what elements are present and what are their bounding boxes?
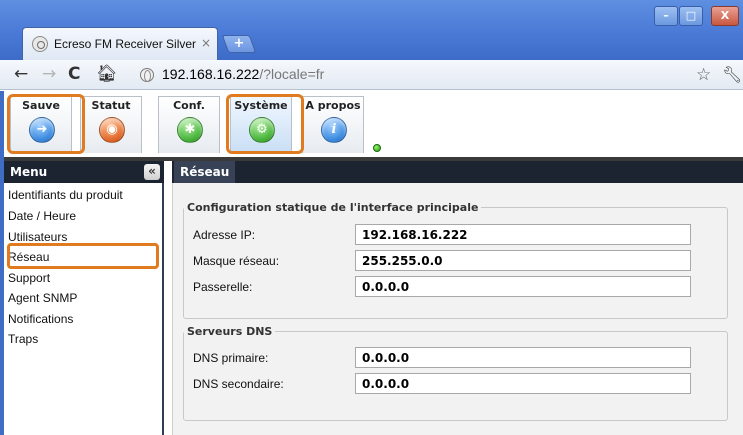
dns-secondary-field[interactable] <box>355 373 691 394</box>
panel-body: Configuration statique de l'interface pr… <box>172 183 743 435</box>
globe-icon <box>32 36 48 52</box>
nav-apropos-button[interactable]: A propos i <box>302 96 364 153</box>
reseau-highlight <box>7 243 159 269</box>
address-bar[interactable]: 192.168.16.222/?locale=fr <box>130 63 690 87</box>
main-panel: Réseau Configuration statique de l'inter… <box>172 161 743 435</box>
browser-toolbar: ← → C 🏠︎ 192.168.16.222/?locale=fr ☆ 🔧︎ <box>0 60 743 90</box>
url-path: /?locale=fr <box>259 66 325 82</box>
dns-secondary-label: DNS secondaire: <box>193 377 284 391</box>
menu-title: Menu <box>10 165 48 179</box>
sauve-highlight <box>7 94 85 154</box>
sidebar-item-date-heure[interactable]: Date / Heure <box>8 209 76 223</box>
back-arrow-icon[interactable]: ← <box>14 64 28 84</box>
tab-close-icon[interactable]: × <box>201 36 211 50</box>
sidebar-item-notifications[interactable]: Notifications <box>8 312 73 326</box>
sidebar-item-traps[interactable]: Traps <box>8 332 38 346</box>
ip-label: Adresse IP: <box>193 228 256 242</box>
ip-address-field[interactable] <box>355 224 691 245</box>
plus-icon: + <box>233 36 245 51</box>
gateway-field[interactable] <box>355 276 691 297</box>
netmask-field[interactable] <box>355 250 691 271</box>
nav-statut-label: Statut <box>91 99 131 112</box>
nav-conf-label: Conf. <box>173 99 205 112</box>
close-window-button[interactable]: X <box>711 6 739 26</box>
forward-arrow-icon[interactable]: → <box>42 64 56 84</box>
home-icon[interactable]: 🏠︎ <box>96 64 118 84</box>
url-host: 192.168.16.222 <box>162 66 260 82</box>
dns-primary-field[interactable] <box>355 347 691 368</box>
tab-title: Ecreso FM Receiver Silver <box>54 37 197 51</box>
systeme-highlight <box>226 94 304 154</box>
wrench-icon[interactable]: 🔧︎ <box>722 65 742 85</box>
dns-primary-label: DNS primaire: <box>193 351 269 365</box>
gateway-label: Passerelle: <box>193 280 253 294</box>
info-icon: i <box>321 117 347 143</box>
new-tab-button[interactable]: + <box>221 35 257 53</box>
sidebar-item-identifiants[interactable]: Identifiants du produit <box>8 188 123 202</box>
maximize-button[interactable]: □ <box>679 6 703 26</box>
browser-tab[interactable]: Ecreso FM Receiver Silver × <box>22 27 218 60</box>
reload-icon[interactable]: C <box>68 64 80 84</box>
bookmark-star-icon[interactable]: ☆ <box>696 65 711 85</box>
nav-statut-button[interactable]: Statut ◉ <box>80 96 142 153</box>
menu-header: Menu « <box>4 161 164 183</box>
rss-icon: ◉ <box>99 117 125 143</box>
nav-conf-button[interactable]: Conf. ✱ <box>158 96 220 153</box>
mask-label: Masque réseau: <box>193 254 280 268</box>
asterisk-icon: ✱ <box>177 117 203 143</box>
sidebar-menu: Menu « Identifiants du produit Date / He… <box>4 161 164 435</box>
url-text: 192.168.16.222/?locale=fr <box>162 66 324 82</box>
interface-legend: Configuration statique de l'interface pr… <box>187 201 479 214</box>
collapse-chevron-icon[interactable]: « <box>144 164 160 180</box>
sidebar-item-agent-snmp[interactable]: Agent SNMP <box>8 291 77 305</box>
dns-legend: Serveurs DNS <box>187 325 273 338</box>
sidebar-item-utilisateurs[interactable]: Utilisateurs <box>8 230 67 244</box>
minimize-button[interactable]: – <box>654 6 678 26</box>
nav-apropos-label: A propos <box>305 99 361 112</box>
tab-reseau[interactable]: Réseau <box>174 161 236 183</box>
page-globe-icon <box>140 68 154 82</box>
sidebar-item-support[interactable]: Support <box>8 271 50 285</box>
status-led <box>373 144 381 152</box>
panel-header: Réseau <box>172 161 743 183</box>
